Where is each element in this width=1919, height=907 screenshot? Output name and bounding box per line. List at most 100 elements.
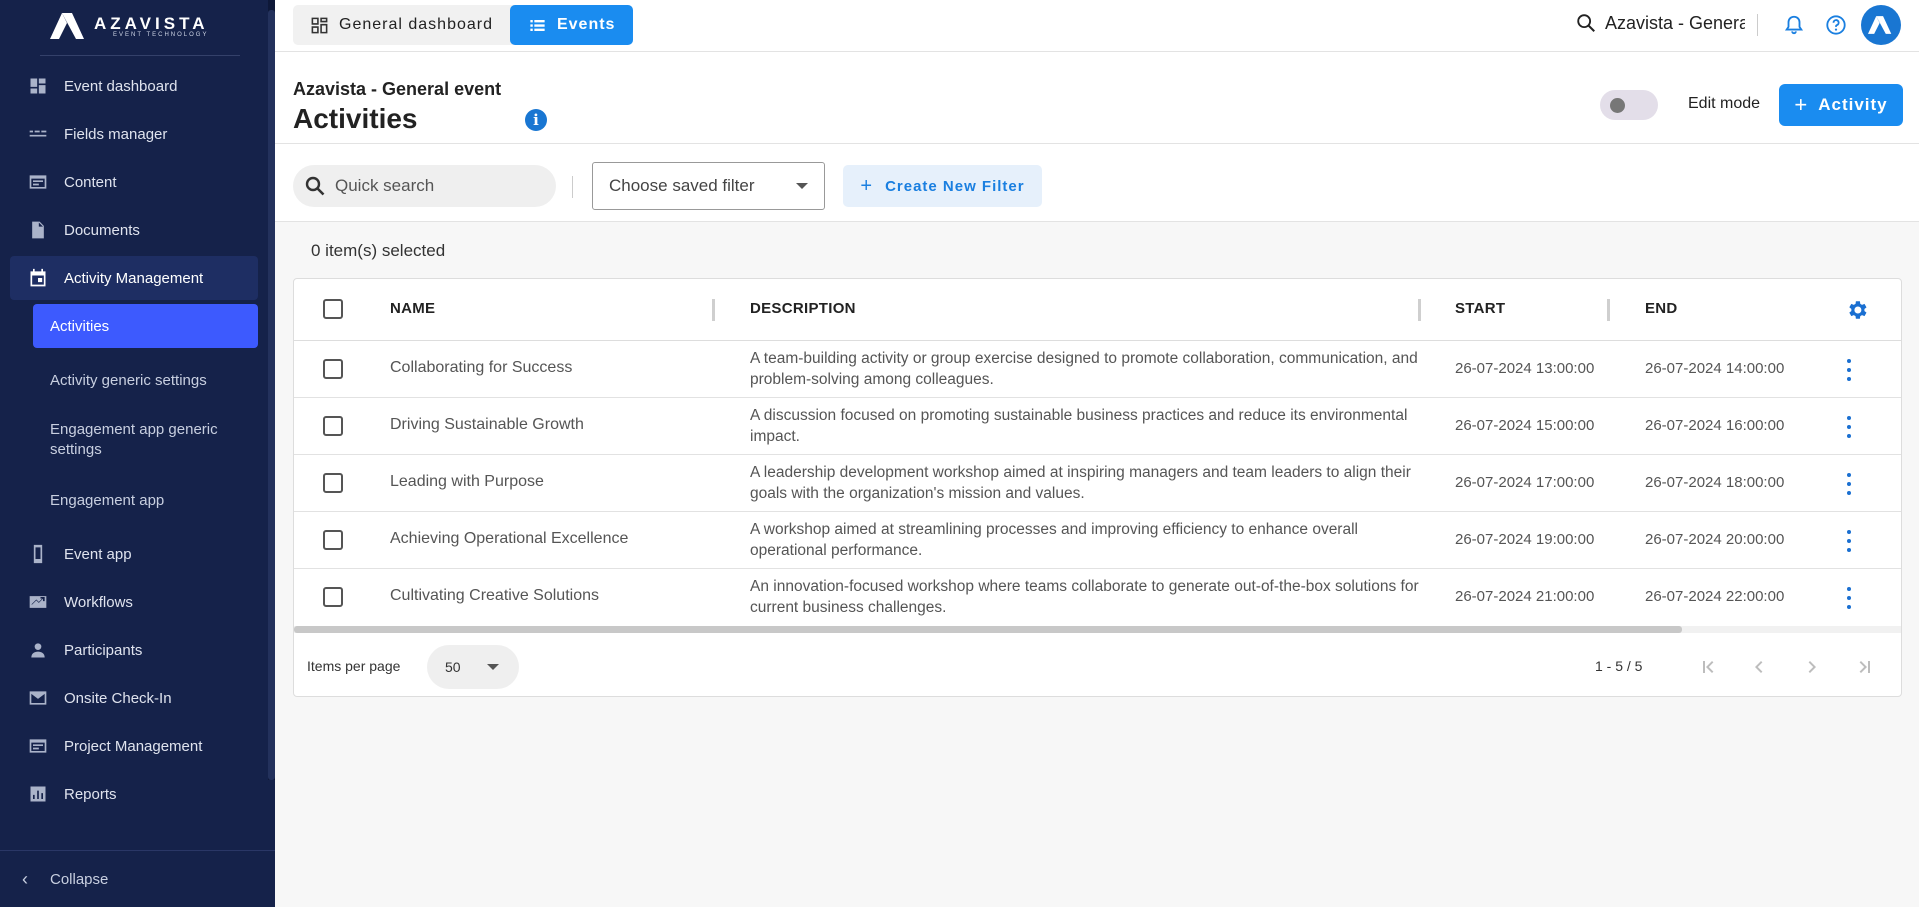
column-header-name[interactable]: NAME (390, 300, 435, 317)
divider (572, 176, 573, 198)
sidebar-item-content[interactable]: Content (10, 160, 258, 204)
sidebar-scrollbar-thumb[interactable] (268, 10, 275, 780)
activity-start: 26-07-2024 17:00:00 (1455, 474, 1595, 491)
items-per-page-select[interactable]: 50 (427, 645, 519, 689)
column-header-description[interactable]: DESCRIPTION (750, 300, 856, 317)
dashboard-icon (28, 76, 48, 96)
row-checkbox[interactable] (323, 416, 343, 436)
event-search[interactable]: Azavista - General event (1575, 12, 1745, 34)
more-vert-icon[interactable] (1839, 357, 1859, 383)
gear-icon[interactable] (1845, 298, 1869, 322)
saved-filter-select[interactable]: Choose saved filter (592, 162, 825, 210)
sidebar-subitem-engagement-app-generic-settings[interactable]: Engagement app generic settings (33, 412, 258, 468)
row-checkbox[interactable] (323, 473, 343, 493)
search-icon (1577, 14, 1595, 32)
row-checkbox[interactable] (323, 530, 343, 550)
activity-description: A team-building activity or group exerci… (750, 350, 1418, 388)
activity-description: A leadership development workshop aimed … (750, 464, 1411, 502)
sidebar-subitem-engagement-app[interactable]: Engagement app (33, 478, 258, 522)
table-row[interactable]: Achieving Operational Excellence A works… (294, 512, 1901, 569)
sidebar-subitem-activities[interactable]: Activities (33, 304, 258, 348)
sidebar-item-label: Event dashboard (64, 77, 178, 95)
chevron-down-icon (796, 183, 808, 189)
sidebar-item-participants[interactable]: Participants (10, 628, 258, 672)
first-page-icon[interactable] (1696, 655, 1720, 679)
column-resize-handle[interactable] (1607, 299, 1610, 321)
list-icon (530, 19, 545, 31)
more-vert-icon[interactable] (1839, 528, 1859, 554)
table-scrollbar-thumb[interactable] (294, 626, 1682, 633)
edit-mode-toggle[interactable] (1600, 90, 1658, 120)
sidebar-item-documents[interactable]: Documents (10, 208, 258, 252)
table-row[interactable]: Cultivating Creative Solutions An innova… (294, 569, 1901, 626)
activity-name[interactable]: Cultivating Creative Solutions (390, 587, 599, 605)
sidebar-item-fields-manager[interactable]: Fields manager (10, 112, 258, 156)
more-vert-icon[interactable] (1839, 471, 1859, 497)
more-vert-icon[interactable] (1839, 414, 1859, 440)
table-row[interactable]: Driving Sustainable Growth A discussion … (294, 398, 1901, 455)
sidebar: AZAVISTA EVENT TECHNOLOGY Event dashboar… (0, 0, 275, 907)
search-icon (305, 176, 325, 196)
add-activity-label: Activity (1818, 95, 1888, 114)
tab-label: General dashboard (339, 16, 493, 33)
divider (40, 55, 240, 56)
activity-end: 26-07-2024 14:00:00 (1645, 360, 1785, 377)
sidebar-item-onsite-check-in[interactable]: Onsite Check-In (10, 676, 258, 720)
phone-icon (28, 544, 48, 564)
sidebar-item-workflows[interactable]: Workflows (10, 580, 258, 624)
chevron-left-icon: ‹ (22, 868, 28, 889)
activity-start: 26-07-2024 21:00:00 (1455, 588, 1595, 605)
next-page-icon[interactable] (1800, 655, 1824, 679)
sidebar-item-label: Reports (64, 785, 117, 803)
sidebar-subitem-label: Activity generic settings (50, 371, 207, 389)
sidebar-item-event-app[interactable]: Event app (10, 532, 258, 576)
event-name: Azavista - General event (293, 79, 502, 99)
tab-general-dashboard[interactable]: General dashboard (293, 5, 510, 45)
last-page-icon[interactable] (1853, 655, 1877, 679)
activity-name[interactable]: Driving Sustainable Growth (390, 416, 584, 434)
row-checkbox[interactable] (323, 587, 343, 607)
sidebar-item-reports[interactable]: Reports (10, 772, 258, 816)
sidebar-item-project-management[interactable]: Project Management (10, 724, 258, 768)
activity-name[interactable]: Collaborating for Success (390, 359, 572, 377)
more-vert-icon[interactable] (1839, 585, 1859, 611)
table-header: NAME DESCRIPTION START END (294, 279, 1901, 341)
sidebar-subitem-activity-generic-settings[interactable]: Activity generic settings (33, 358, 258, 402)
page-title: Activities (293, 103, 418, 134)
add-activity-button[interactable]: + Activity (1779, 84, 1903, 126)
mail-icon (28, 688, 48, 708)
sidebar-item-event-dashboard[interactable]: Event dashboard (10, 64, 258, 108)
select-all-checkbox[interactable] (323, 299, 343, 319)
activity-end: 26-07-2024 20:00:00 (1645, 531, 1785, 548)
azavista-logo[interactable]: AZAVISTA EVENT TECHNOLOGY (50, 10, 220, 42)
row-checkbox[interactable] (323, 359, 343, 379)
edit-mode-label: Edit mode (1688, 95, 1761, 112)
person-icon (28, 640, 48, 660)
items-per-page-label: Items per page (307, 658, 401, 674)
column-resize-handle[interactable] (1418, 299, 1421, 321)
quick-search[interactable] (293, 165, 556, 207)
tab-events[interactable]: Events (509, 5, 634, 45)
previous-page-icon[interactable] (1747, 655, 1771, 679)
avatar[interactable] (1861, 5, 1901, 45)
create-new-filter-button[interactable]: + Create New Filter (843, 165, 1042, 207)
column-header-start[interactable]: START (1455, 300, 1505, 317)
activity-name[interactable]: Achieving Operational Excellence (390, 530, 628, 548)
column-header-end[interactable]: END (1645, 300, 1678, 317)
activity-name[interactable]: Leading with Purpose (390, 473, 544, 491)
activity-description: A discussion focused on promoting sustai… (750, 407, 1408, 445)
pagination-range: 1 - 5 / 5 (1595, 658, 1643, 674)
table-row[interactable]: Collaborating for Success A team-buildin… (294, 341, 1901, 398)
column-resize-handle[interactable] (712, 299, 715, 321)
activity-end: 26-07-2024 22:00:00 (1645, 588, 1785, 605)
info-icon[interactable]: i (525, 109, 547, 131)
bell-icon[interactable] (1783, 14, 1805, 36)
sidebar-item-activity-management[interactable]: Activity Management (10, 256, 258, 300)
help-icon[interactable] (1825, 14, 1847, 36)
sidebar-nav: Event dashboard Fields manager Content D… (0, 64, 268, 820)
activity-description: A workshop aimed at streamlining process… (750, 521, 1358, 559)
sidebar-item-label: Fields manager (64, 125, 168, 143)
table-row[interactable]: Leading with Purpose A leadership develo… (294, 455, 1901, 512)
collapse-button[interactable]: ‹ Collapse (0, 850, 275, 907)
quick-search-input[interactable] (335, 176, 535, 196)
